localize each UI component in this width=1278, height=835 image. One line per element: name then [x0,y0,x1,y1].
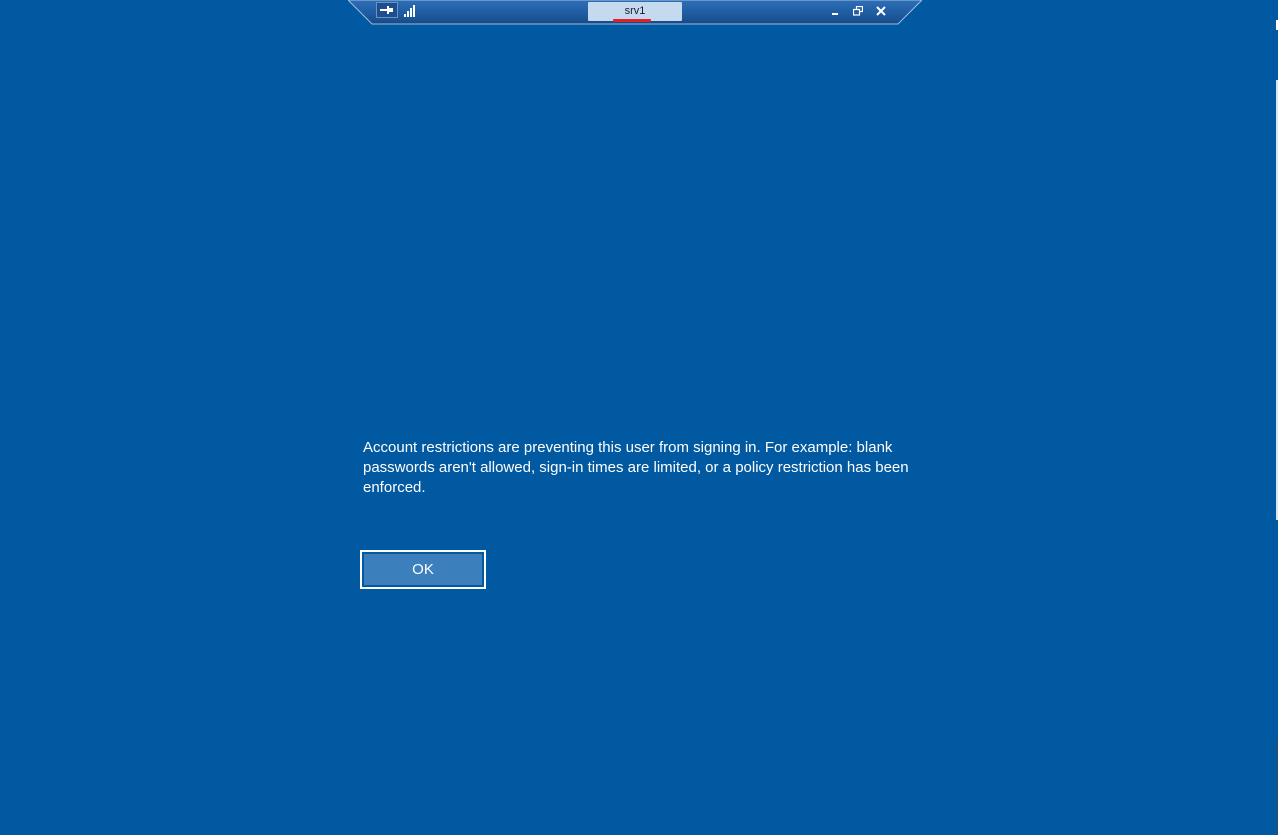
restore-icon [853,5,863,16]
ok-button-label: OK [364,554,482,585]
pin-icon [380,6,393,14]
restore-button[interactable] [850,3,866,18]
remote-desktop-screen: srv1 Account restrictions are preventing… [0,0,1278,835]
title-underline [613,19,651,22]
error-message: Account restrictions are preventing this… [363,439,909,496]
pin-button[interactable] [376,2,398,18]
close-icon [876,5,886,16]
minimize-icon [832,12,838,15]
connection-title: srv1 [624,5,646,17]
close-button[interactable] [873,3,889,18]
ok-button[interactable]: OK [360,550,486,589]
connection-bar[interactable]: srv1 [348,0,922,25]
minimize-button[interactable] [827,3,843,18]
connection-signal-icon[interactable] [404,4,418,17]
